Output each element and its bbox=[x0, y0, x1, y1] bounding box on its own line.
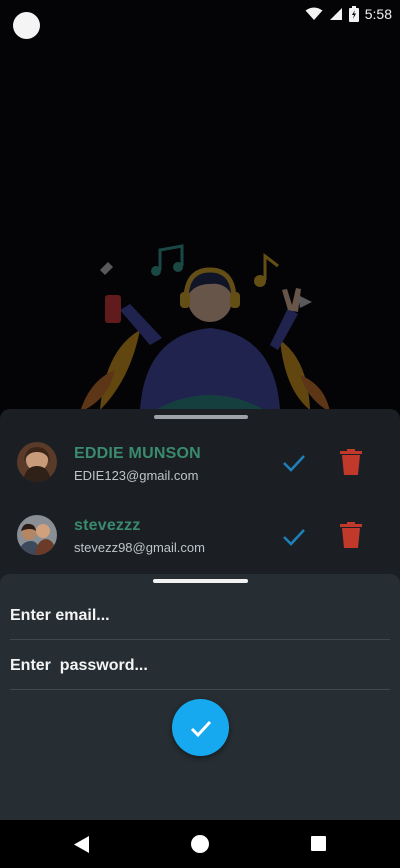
password-field-wrapper bbox=[10, 645, 390, 690]
account-name: stevezzz bbox=[74, 517, 141, 534]
check-icon[interactable] bbox=[282, 524, 306, 548]
check-icon[interactable] bbox=[282, 450, 306, 474]
status-bar: 5:58 bbox=[0, 0, 400, 39]
back-icon[interactable] bbox=[74, 836, 90, 853]
camera-cutout bbox=[13, 12, 40, 39]
email-field-wrapper bbox=[10, 595, 390, 640]
screen: 5:58 EDDIE MUNSON EDIE123@gmail.com stev… bbox=[0, 0, 400, 868]
trash-icon[interactable] bbox=[340, 449, 362, 475]
password-field[interactable] bbox=[10, 645, 390, 687]
music-listener-illustration bbox=[80, 244, 330, 412]
login-sheet bbox=[0, 574, 400, 820]
account-name: EDDIE MUNSON bbox=[74, 445, 201, 462]
account-item[interactable]: EDDIE MUNSON EDIE123@gmail.com bbox=[0, 433, 400, 493]
status-time: 5:58 bbox=[364, 6, 392, 22]
navigation-bar bbox=[0, 820, 400, 868]
account-email: stevezz98@gmail.com bbox=[74, 540, 205, 555]
check-icon bbox=[190, 720, 211, 737]
recents-icon[interactable] bbox=[311, 836, 326, 851]
battery-icon bbox=[348, 6, 359, 22]
drag-handle[interactable] bbox=[154, 415, 248, 419]
account-item[interactable]: stevezzz stevezz98@gmail.com bbox=[0, 505, 400, 565]
wifi-icon bbox=[305, 7, 323, 20]
avatar bbox=[17, 442, 57, 482]
email-field[interactable] bbox=[10, 595, 390, 637]
drag-handle[interactable] bbox=[153, 579, 248, 583]
avatar bbox=[17, 515, 57, 555]
trash-icon[interactable] bbox=[340, 522, 362, 548]
status-icons: 5:58 bbox=[305, 4, 392, 24]
account-email: EDIE123@gmail.com bbox=[74, 468, 199, 483]
submit-button[interactable] bbox=[172, 699, 229, 756]
signal-icon bbox=[329, 8, 342, 20]
home-icon[interactable] bbox=[191, 835, 209, 853]
